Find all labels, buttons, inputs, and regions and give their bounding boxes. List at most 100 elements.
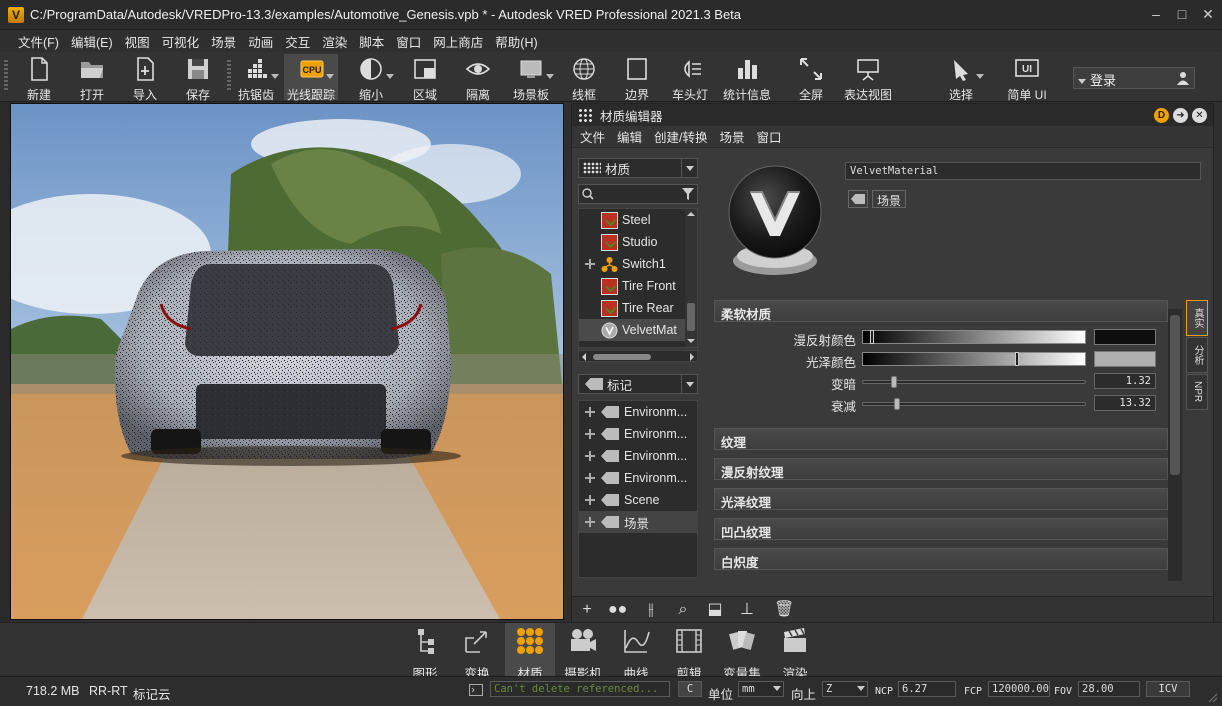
module-cameras[interactable]: 摄影机 (558, 623, 608, 681)
falloff-slider[interactable] (862, 398, 1086, 410)
list-item[interactable]: Scene (579, 489, 697, 511)
module-render[interactable]: 渲染 (770, 623, 820, 681)
material-search-input[interactable] (578, 184, 698, 204)
menu-interaction[interactable]: 交互 (279, 32, 316, 51)
sceneplate-button[interactable]: 场景板 (504, 54, 558, 102)
tree-vertical-scrollbar[interactable] (685, 209, 697, 347)
add-icon[interactable]: + (578, 601, 596, 619)
expand-icon[interactable] (585, 495, 595, 505)
icv-button[interactable]: ICV (1146, 681, 1190, 697)
module-curves[interactable]: 曲线 (611, 623, 661, 681)
me-menu-scene[interactable]: 场景 (720, 127, 745, 146)
section-header-glossy-texture[interactable]: 光泽纹理 (714, 488, 1168, 510)
link-icon[interactable]: ●● (608, 601, 627, 619)
raytracing-button[interactable]: CPU 光线跟踪 (284, 54, 338, 102)
module-clips[interactable]: 剪辑 (664, 623, 714, 681)
unit-select[interactable]: mm (738, 681, 784, 697)
module-materials[interactable]: 材质 (505, 623, 555, 681)
tag-cloud-label[interactable]: 标记云 (133, 684, 171, 703)
filter-icon[interactable] (681, 187, 695, 201)
raytracing-dropdown-icon[interactable] (326, 74, 334, 79)
tree-horizontal-scrollbar[interactable] (578, 350, 698, 362)
me-menu-create[interactable]: 创建/转换 (654, 127, 707, 146)
materials-view-dropdown[interactable]: 材质 (578, 158, 698, 178)
menu-edit[interactable]: 编辑(E) (65, 32, 119, 51)
close-button[interactable]: ✕ (1202, 7, 1214, 21)
save-button[interactable]: 保存 (171, 54, 225, 102)
menu-store[interactable]: 网上商店 (427, 32, 489, 51)
render-viewport[interactable] (10, 103, 564, 620)
bounding-button[interactable]: 边界 (610, 54, 664, 102)
module-variant-sets[interactable]: 变量集 (717, 623, 767, 681)
scene-tag-chip[interactable]: 场景 (872, 190, 907, 208)
menu-file[interactable]: 文件(F) (12, 32, 65, 51)
statistics-button[interactable]: 统计信息 (720, 54, 774, 102)
menu-render[interactable]: 渲染 (316, 32, 353, 51)
clear-message-button[interactable]: C (678, 681, 702, 697)
fov-field[interactable]: 28.00 (1078, 681, 1140, 697)
maximize-button[interactable]: □ (1176, 7, 1188, 21)
list-item[interactable]: Environm... (579, 467, 697, 489)
wireframe-button[interactable]: 线框 (557, 54, 611, 102)
toolbar-grip[interactable] (4, 60, 8, 92)
section-header-velvet[interactable]: 柔软材质 (714, 300, 1168, 322)
assign-icon[interactable]: ⬓ (706, 601, 724, 619)
scroll-thumb[interactable] (1170, 315, 1180, 475)
tree-row[interactable]: Tire Front (579, 275, 697, 297)
expand-icon[interactable] (585, 407, 595, 417)
antialiasing-dropdown-icon[interactable] (271, 74, 279, 79)
menu-scene[interactable]: 场景 (205, 32, 242, 51)
expand-icon[interactable] (585, 517, 595, 527)
glossy-color-swatch[interactable] (1094, 351, 1156, 367)
section-header-texture[interactable]: 纹理 (714, 428, 1168, 450)
apply-icon[interactable]: ⊥ (738, 601, 756, 619)
glossy-color-gradient[interactable] (862, 352, 1086, 366)
forward-arrow-icon[interactable]: ➜ (1173, 108, 1188, 123)
fullscreen-button[interactable]: 全屏 (784, 54, 838, 102)
fcp-field[interactable]: 120000.00 (988, 681, 1050, 697)
tree-row[interactable]: Tire Rear (579, 297, 697, 319)
sceneplate-dropdown-icon[interactable] (546, 74, 554, 79)
menu-animation[interactable]: 动画 (242, 32, 279, 51)
list-item[interactable]: Environm... (579, 423, 697, 445)
menu-help[interactable]: 帮助(H) (489, 32, 543, 51)
me-menu-window[interactable]: 窗口 (757, 127, 782, 146)
tag-button[interactable] (848, 190, 868, 208)
darkening-value[interactable]: 1.32 (1094, 373, 1156, 389)
gradient-marker[interactable] (869, 330, 874, 344)
find-icon[interactable]: ⌕ (674, 601, 692, 619)
darkening-slider[interactable] (862, 376, 1086, 388)
expand-icon[interactable] (585, 473, 595, 483)
me-menu-edit[interactable]: 编辑 (617, 127, 642, 146)
expand-icon[interactable] (585, 451, 595, 461)
tab-realistic[interactable]: 真实 (1186, 300, 1208, 336)
falloff-value[interactable]: 13.32 (1094, 395, 1156, 411)
gradient-marker[interactable] (1014, 352, 1019, 366)
tree-row-selected[interactable]: VelvetMat (579, 319, 697, 341)
import-button[interactable]: 导入 (118, 54, 172, 102)
properties-scrollbar[interactable] (1168, 309, 1182, 581)
region-button[interactable]: 区域 (398, 54, 452, 102)
material-editor-header[interactable]: 材质编辑器 D ➜ ✕ (572, 104, 1213, 126)
tree-row[interactable]: Studio (579, 231, 697, 253)
tree-row[interactable]: Steel (579, 209, 697, 231)
expand-icon[interactable] (585, 259, 595, 269)
login-dropdown[interactable]: 登录 (1073, 67, 1195, 89)
section-header-bump-texture[interactable]: 凹凸纹理 (714, 518, 1168, 540)
menu-visualization[interactable]: 可视化 (156, 32, 206, 51)
select-button[interactable]: 选择 (934, 54, 988, 102)
slider-handle[interactable] (891, 376, 898, 388)
list-item[interactable]: Environm... (579, 445, 697, 467)
list-item[interactable]: Environm... (579, 401, 697, 423)
terminal-icon[interactable] (469, 684, 483, 696)
menu-window[interactable]: 窗口 (390, 32, 427, 51)
menu-view[interactable]: 视图 (119, 32, 156, 51)
tab-analytic[interactable]: 分析 (1186, 337, 1208, 373)
section-header-incandescence[interactable]: 白炽度 (714, 548, 1168, 570)
diffuse-color-swatch[interactable] (1094, 329, 1156, 345)
expand-icon[interactable] (585, 429, 595, 439)
section-header-diffuse-texture[interactable]: 漫反射纹理 (714, 458, 1168, 480)
ncp-field[interactable]: 6.27 (898, 681, 956, 697)
antialiasing-button[interactable]: 抗锯齿 (229, 54, 283, 102)
minimize-button[interactable]: – (1150, 7, 1162, 21)
